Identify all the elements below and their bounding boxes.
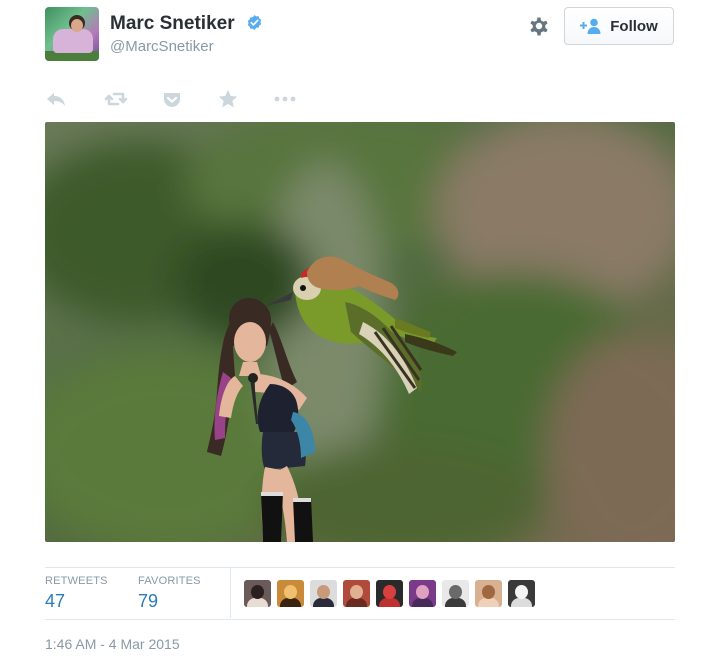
retweets-count: 47	[45, 591, 66, 611]
more-dots-icon[interactable]	[273, 88, 297, 110]
favoriter-avatar[interactable]	[442, 580, 469, 607]
favoriter-avatar[interactable]	[508, 580, 535, 607]
favorite-star-icon[interactable]	[217, 88, 239, 110]
follow-label: Follow	[610, 17, 658, 35]
stats-divider-top	[45, 567, 675, 568]
add-user-icon	[580, 18, 601, 34]
author-avatar[interactable]	[45, 7, 99, 61]
stats-divider-vertical	[230, 568, 231, 618]
favoriter-avatar[interactable]	[409, 580, 436, 607]
avatar-face	[71, 19, 83, 32]
retweets-stat[interactable]: RETWEETS 47	[45, 575, 108, 612]
gear-icon[interactable]	[527, 14, 551, 38]
pocket-icon[interactable]	[162, 88, 182, 110]
favorites-label: FAVORITES	[138, 575, 201, 587]
author-name[interactable]: Marc Snetiker	[110, 13, 235, 35]
favoriter-avatar[interactable]	[310, 580, 337, 607]
favoriter-avatar[interactable]	[277, 580, 304, 607]
verified-badge-icon	[247, 15, 262, 30]
retweet-icon[interactable]	[104, 88, 128, 110]
author-handle[interactable]: @MarcSnetiker	[110, 38, 214, 55]
favorites-stat[interactable]: FAVORITES 79	[138, 575, 201, 612]
favoriter-avatar[interactable]	[475, 580, 502, 607]
reply-icon[interactable]	[45, 88, 67, 110]
avatar-body	[53, 29, 93, 53]
favoriter-avatar[interactable]	[244, 580, 271, 607]
retweets-label: RETWEETS	[45, 575, 108, 587]
stats-divider-bottom	[45, 619, 675, 620]
favorites-count: 79	[138, 591, 159, 611]
favoriter-avatar[interactable]	[376, 580, 403, 607]
favoriter-avatar[interactable]	[343, 580, 370, 607]
tweet-timestamp[interactable]: 1:46 AM - 4 Mar 2015	[45, 636, 180, 652]
photo-scene	[45, 122, 675, 542]
follow-button[interactable]: Follow	[564, 7, 674, 45]
tweet-photo[interactable]	[45, 122, 675, 542]
